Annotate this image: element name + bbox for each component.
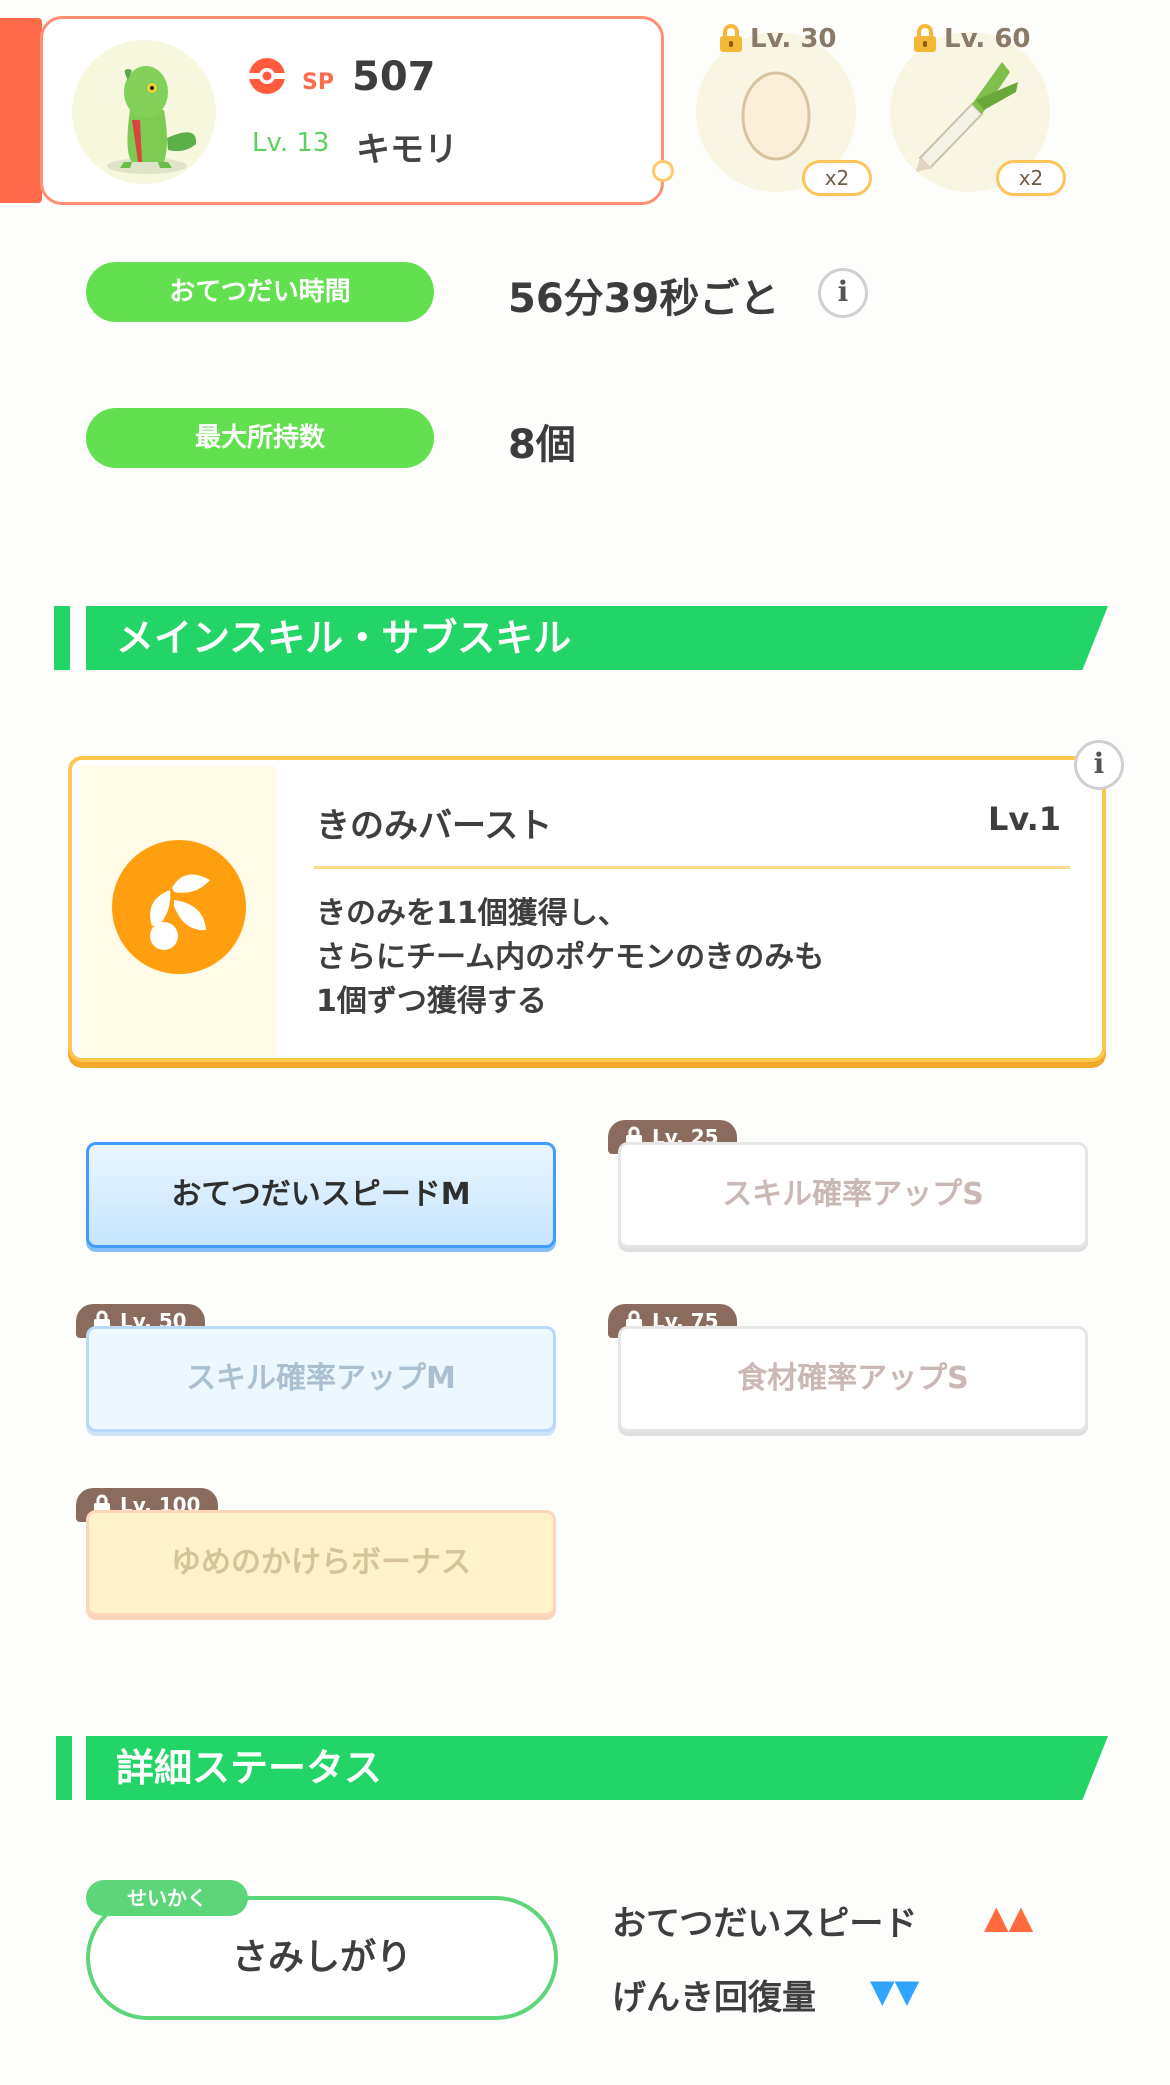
pokemon-avatar — [72, 40, 216, 184]
pokemon-level: Lv. 13 — [252, 128, 330, 158]
description-line: さらにチーム内のポケモンのきのみも — [316, 940, 825, 975]
ingredient-count: x2 — [802, 160, 872, 196]
pokemon-name: キモリ — [356, 130, 458, 170]
description-line: 1個ずつ獲得する — [316, 984, 547, 1019]
nature-tag: せいかく — [86, 1880, 248, 1916]
ingredient-lock-level: Lv. 60 — [944, 24, 1031, 54]
skills-section-header: メインスキル・サブスキル — [86, 606, 1108, 670]
berry-burst-icon — [112, 840, 246, 974]
skill-info-icon[interactable]: i — [1074, 740, 1124, 790]
divider — [314, 866, 1070, 869]
ingredient-slot-leek[interactable]: Lv. 60 x2 — [890, 10, 1066, 196]
stat-down-icon: ▼▼ — [870, 1972, 920, 2010]
sub-skill-skill-trigger-s[interactable]: スキル確率アップS — [618, 1142, 1088, 1248]
nature-effect-label: げんき回復量 — [612, 1978, 816, 2018]
main-skill-level: Lv.1 — [988, 800, 1062, 838]
main-skill-description: きのみを11個獲得し、 さらにチーム内のポケモンのきのみも 1個ずつ獲得する — [316, 892, 824, 1024]
sub-skill-ingredient-finder-s[interactable]: 食材確率アップS — [618, 1326, 1088, 1432]
sub-skill-dream-shard-bonus[interactable]: ゆめのかけらボーナス — [86, 1510, 556, 1616]
sub-skill-helping-speed-m[interactable]: おてつだいスピードM — [86, 1142, 556, 1248]
card-decoration — [652, 160, 674, 182]
ingredient-count: x2 — [996, 160, 1066, 196]
ingredient-lock-level: Lv. 30 — [750, 24, 837, 54]
section-marker — [56, 1736, 72, 1800]
section-marker — [54, 606, 70, 670]
sub-skill-skill-trigger-m[interactable]: スキル確率アップM — [86, 1326, 556, 1432]
sp-label: SP — [302, 70, 334, 95]
lock-icon — [720, 24, 742, 52]
help-time-value: 56分39秒ごと — [508, 276, 780, 322]
stat-up-icon: ▲▲ — [984, 1898, 1034, 1936]
section-title: メインスキル・サブスキル — [116, 616, 572, 660]
main-skill-name: きのみバースト — [316, 806, 553, 846]
sp-icon — [247, 56, 287, 96]
status-section-header: 詳細ステータス — [86, 1736, 1108, 1800]
max-carry-label: 最大所持数 — [86, 408, 434, 468]
nature-effect-label: おてつだいスピード — [612, 1904, 918, 1944]
lock-icon — [914, 24, 936, 52]
treecko-icon — [107, 66, 197, 174]
help-time-label: おてつだい時間 — [86, 262, 434, 322]
section-title: 詳細ステータス — [116, 1746, 383, 1790]
accent-bar — [0, 18, 42, 203]
sp-value: 507 — [352, 54, 436, 100]
info-icon[interactable]: i — [818, 268, 868, 318]
max-carry-value: 8個 — [508, 422, 576, 468]
ingredient-slot-egg[interactable]: Lv. 30 x2 — [696, 10, 872, 196]
description-line: きのみを11個獲得し、 — [316, 896, 628, 931]
